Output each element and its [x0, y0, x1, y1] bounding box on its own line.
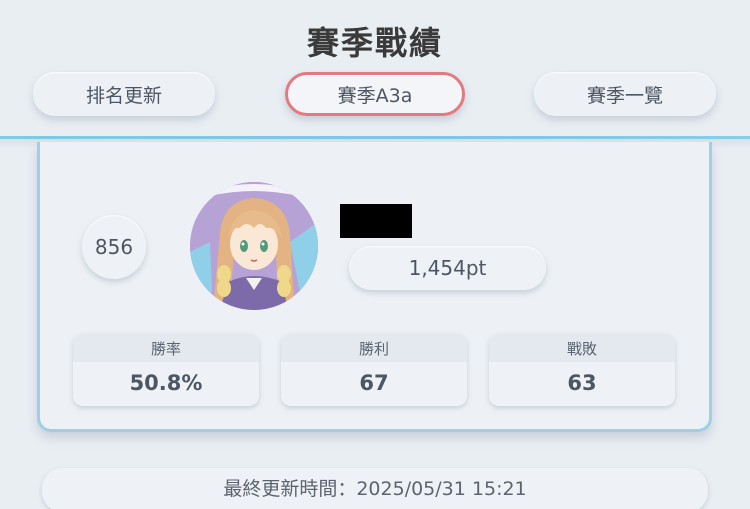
character-avatar-icon — [190, 182, 318, 310]
stat-win-rate: 勝率 50.8% — [73, 334, 259, 406]
points-badge: 1,454pt — [349, 246, 546, 290]
rank-badge: 856 — [82, 215, 146, 279]
tab-season-a3a[interactable]: 賽季A3a — [285, 72, 465, 116]
stat-label: 勝率 — [73, 334, 259, 362]
stat-wins: 勝利 67 — [281, 334, 467, 406]
stat-value: 67 — [359, 371, 389, 395]
tab-season-list[interactable]: 賽季一覽 — [534, 72, 716, 116]
season-record-screen: 賽季戰績 排名更新 賽季A3a 賽季一覽 856 1,454pt 勝率 50.8… — [0, 0, 750, 509]
stat-value: 63 — [567, 371, 597, 395]
page-title: 賽季戰績 — [306, 24, 443, 62]
stat-label: 戰敗 — [489, 334, 675, 362]
last-updated-text: 最終更新時間：2025/05/31 15:21 — [42, 468, 708, 509]
tab-ranking-update[interactable]: 排名更新 — [33, 72, 215, 116]
player-name-redacted — [340, 204, 412, 238]
stat-value: 50.8% — [129, 371, 203, 395]
stat-label: 勝利 — [281, 334, 467, 362]
player-avatar[interactable] — [190, 182, 318, 310]
stat-losses: 戰敗 63 — [489, 334, 675, 406]
